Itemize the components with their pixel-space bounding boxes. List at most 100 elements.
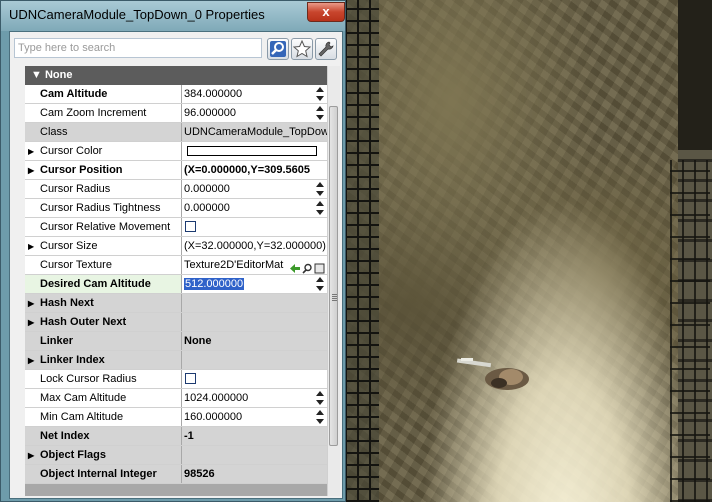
checkbox[interactable] — [185, 221, 196, 232]
spinner-icon[interactable] — [316, 182, 325, 196]
property-value[interactable]: 384.000000 — [181, 85, 327, 103]
expand-icon[interactable]: ▶ — [28, 161, 34, 179]
property-row-cursor-radius[interactable]: Cursor Radius 0.000000 — [25, 180, 327, 199]
property-row-cursor-relative-movement[interactable]: Cursor Relative Movement — [25, 218, 327, 237]
color-swatch[interactable] — [187, 146, 317, 156]
property-name: Net Index — [25, 427, 181, 445]
property-value-input[interactable]: 512.000000 — [181, 275, 327, 293]
property-name: Desired Cam Altitude — [25, 275, 181, 293]
property-name: Cursor Texture — [25, 256, 181, 274]
name-text: Hash Next — [40, 297, 94, 309]
property-value[interactable] — [181, 142, 327, 160]
expand-icon[interactable]: ▶ — [28, 142, 34, 160]
search-button[interactable] — [267, 38, 289, 60]
property-value[interactable]: (X=0.000000,Y=309.5605 — [181, 161, 327, 179]
game-viewport[interactable] — [340, 0, 712, 502]
property-name: ▶ Cursor Size — [25, 237, 181, 255]
expand-icon[interactable]: ▶ — [28, 446, 34, 464]
metal-grate-left — [345, 0, 379, 502]
spinner-icon[interactable] — [316, 410, 325, 424]
name-text: Linker Index — [40, 354, 105, 366]
property-row-min-cam-altitude[interactable]: Min Cam Altitude 160.000000 — [25, 408, 327, 427]
property-row-cam-zoom-increment[interactable]: Cam Zoom Increment 96.000000 — [25, 104, 327, 123]
vertical-scrollbar[interactable] — [327, 66, 340, 496]
property-row-cursor-position[interactable]: ▶ Cursor Position (X=0.000000,Y=309.5605 — [25, 161, 327, 180]
selected-value-text[interactable]: 512.000000 — [184, 278, 245, 290]
use-selected-icon[interactable] — [290, 263, 301, 274]
property-value[interactable]: (X=32.000000,Y=32.000000) — [181, 237, 327, 255]
property-name: Object Internal Integer — [25, 465, 181, 483]
wall-shadow — [678, 0, 712, 150]
name-text: Hash Outer Next — [40, 316, 127, 328]
property-value[interactable]: 0.000000 — [181, 180, 327, 198]
property-row-hash-next[interactable]: ▶ Hash Next — [25, 294, 327, 313]
property-value[interactable] — [181, 370, 327, 388]
star-icon — [292, 39, 312, 58]
property-name: Min Cam Altitude — [25, 408, 181, 426]
property-row-class[interactable]: Class UDNCameraModule_TopDown — [25, 123, 327, 142]
expand-icon[interactable]: ▶ — [28, 294, 34, 312]
property-name: Class — [25, 123, 181, 141]
spinner-icon[interactable] — [316, 391, 325, 405]
search-icon — [270, 41, 286, 57]
property-name: ▶ Object Flags — [25, 446, 181, 464]
property-row-max-cam-altitude[interactable]: Max Cam Altitude 1024.000000 — [25, 389, 327, 408]
spinner-icon[interactable] — [316, 106, 325, 120]
favorites-button[interactable] — [291, 38, 313, 60]
property-name: ▶ Cursor Color — [25, 142, 181, 160]
property-name: Cursor Radius Tightness — [25, 199, 181, 217]
name-text: Cursor Color — [40, 145, 103, 157]
title-bar[interactable]: UDNCameraModule_TopDown_0 Properties x — [1, 1, 345, 31]
browse-icon[interactable] — [302, 263, 313, 274]
property-row-linker[interactable]: Linker None — [25, 332, 327, 351]
property-row-cursor-radius-tightness[interactable]: Cursor Radius Tightness 0.000000 — [25, 199, 327, 218]
category-label: None — [44, 69, 73, 81]
value-text: 96.000000 — [184, 107, 236, 119]
property-row-linker-index[interactable]: ▶ Linker Index — [25, 351, 327, 370]
property-name: Cursor Relative Movement — [25, 218, 181, 236]
property-name: ▶ Hash Outer Next — [25, 313, 181, 331]
property-name: Lock Cursor Radius — [25, 370, 181, 388]
search-box[interactable] — [14, 38, 262, 58]
value-text: 0.000000 — [184, 183, 230, 195]
property-value[interactable] — [181, 218, 327, 236]
spinner-icon[interactable] — [316, 277, 325, 291]
player-character — [456, 358, 529, 390]
tools-button[interactable] — [315, 38, 337, 60]
property-value[interactable]: 1024.000000 — [181, 389, 327, 407]
property-row-object-flags[interactable]: ▶ Object Flags — [25, 446, 327, 465]
expand-icon[interactable]: ▶ — [28, 237, 34, 255]
expand-icon[interactable]: ▶ — [28, 313, 34, 331]
property-row-cursor-color[interactable]: ▶ Cursor Color — [25, 142, 327, 161]
category-header[interactable]: ▼ None — [25, 66, 327, 85]
property-row-net-index[interactable]: Net Index -1 — [25, 427, 327, 446]
clear-icon[interactable] — [314, 263, 325, 274]
property-row-cam-altitude[interactable]: Cam Altitude 384.000000 — [25, 85, 327, 104]
property-name: ▶ Cursor Position — [25, 161, 181, 179]
checkbox[interactable] — [185, 373, 196, 384]
property-value[interactable]: 0.000000 — [181, 199, 327, 217]
search-input[interactable] — [15, 39, 258, 57]
property-value: -1 — [181, 427, 327, 445]
property-value — [181, 294, 327, 312]
window-title: UDNCameraModule_TopDown_0 Properties — [9, 7, 265, 22]
property-value: 98526 — [181, 465, 327, 483]
property-name: ▶ Linker Index — [25, 351, 181, 369]
property-row-object-internal-integer[interactable]: Object Internal Integer 98526 — [25, 465, 327, 484]
property-row-desired-cam-altitude[interactable]: Desired Cam Altitude 512.000000 — [25, 275, 327, 294]
spinner-icon[interactable] — [316, 87, 325, 101]
property-value[interactable]: Texture2D'EditorMat — [181, 256, 327, 274]
property-row-hash-outer-next[interactable]: ▶ Hash Outer Next — [25, 313, 327, 332]
property-value[interactable]: 160.000000 — [181, 408, 327, 426]
property-row-cursor-texture[interactable]: Cursor Texture Texture2D'EditorMat — [25, 256, 327, 275]
name-text: Cursor Position — [40, 164, 123, 176]
spinner-icon[interactable] — [316, 201, 325, 215]
property-row-cursor-size[interactable]: ▶ Cursor Size (X=32.000000,Y=32.000000) — [25, 237, 327, 256]
expand-icon[interactable]: ▶ — [28, 351, 34, 369]
property-name: Max Cam Altitude — [25, 389, 181, 407]
close-button[interactable]: x — [307, 2, 345, 22]
scrollbar-thumb[interactable] — [329, 106, 338, 446]
property-row-lock-cursor-radius[interactable]: Lock Cursor Radius — [25, 370, 327, 389]
property-value[interactable]: 96.000000 — [181, 104, 327, 122]
value-text: 384.000000 — [184, 88, 243, 100]
